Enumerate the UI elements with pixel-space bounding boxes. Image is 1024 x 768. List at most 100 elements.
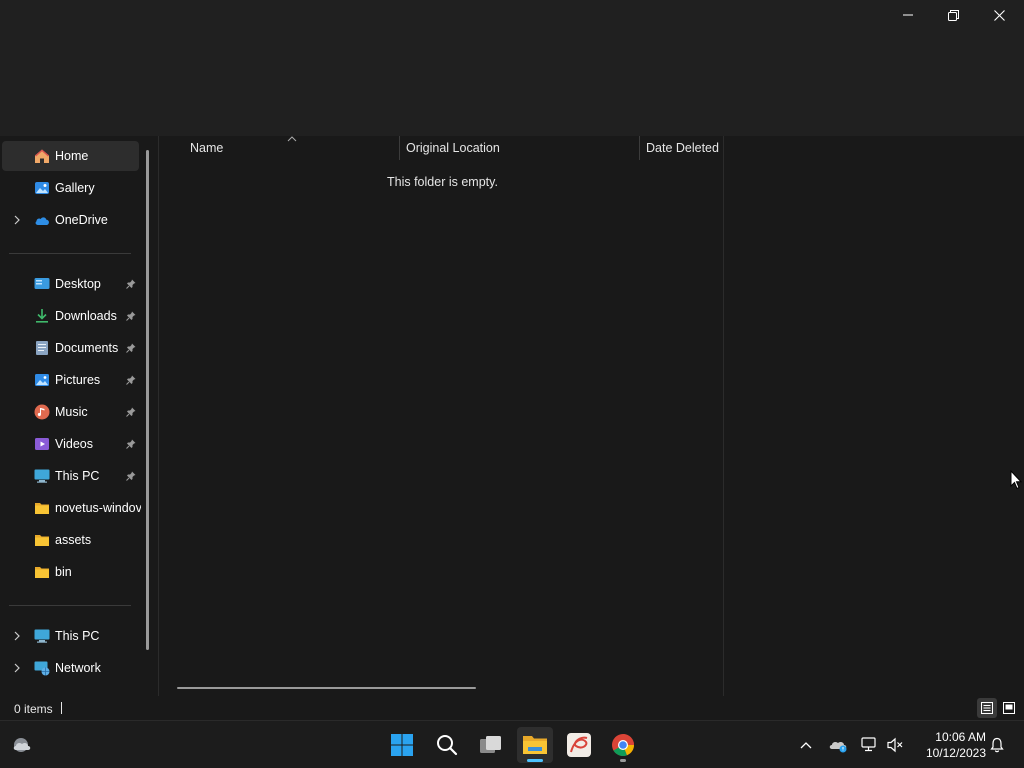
videos-icon (35, 438, 49, 450)
chrome-icon (612, 734, 634, 756)
nav-item-this-pc[interactable]: This PC (2, 621, 139, 651)
large-icons-view-button[interactable] (999, 698, 1019, 718)
file-explorer-icon (523, 736, 547, 754)
nav-item-label: OneDrive (55, 213, 108, 227)
documents-icon (36, 341, 48, 355)
column-divider[interactable] (639, 136, 640, 160)
nav-item-label: Gallery (55, 181, 95, 195)
start-icon (391, 734, 413, 756)
weather-widget[interactable] (4, 727, 40, 763)
item-count: 0 items (14, 702, 53, 716)
bell-icon (990, 737, 1004, 753)
taskbar-clock[interactable]: 10:06 AM 10/12/2023 (912, 729, 986, 761)
details-pane (724, 136, 1024, 696)
taskbar: 10:06 AM 10/12/2023 (0, 720, 1024, 768)
nav-item-label: assets (55, 533, 92, 547)
desktop-icon (34, 278, 50, 289)
file-list[interactable]: Name Original Location Date Deleted This… (159, 136, 723, 696)
task-view-icon (480, 736, 501, 753)
nav-item-network[interactable]: Network (2, 653, 139, 683)
music-icon (34, 404, 50, 420)
column-header-original-location[interactable]: Original Location (406, 136, 639, 160)
home-icon (35, 149, 49, 163)
volume-muted-icon (887, 737, 903, 753)
status-bar: 0 items (0, 696, 1024, 720)
search-button[interactable] (429, 727, 465, 763)
nav-item-novetus-folder[interactable]: novetus-windov (2, 493, 141, 523)
minimize-icon (903, 14, 913, 16)
downloads-icon (36, 309, 48, 323)
nav-item-music[interactable]: Music (2, 397, 139, 427)
nav-item-pictures[interactable]: Pictures (2, 365, 139, 395)
column-header-date-deleted[interactable]: Date Deleted (646, 136, 726, 160)
nav-item-label: novetus-windov (55, 501, 141, 515)
pin-icon (124, 277, 138, 291)
active-app-indicator (527, 759, 543, 762)
nav-item-home[interactable]: Home (2, 141, 139, 171)
start-button[interactable] (384, 727, 420, 763)
app-taskbar-button[interactable] (561, 727, 597, 763)
navigation-pane[interactable]: Home Gallery OneDrive Desktop Downloads … (0, 136, 158, 696)
nav-item-documents[interactable]: Documents (2, 333, 139, 363)
minimize-button[interactable] (885, 0, 931, 30)
nav-item-videos[interactable]: Videos (2, 429, 139, 459)
nav-item-label: Network (55, 661, 101, 675)
network-icon (34, 661, 50, 676)
column-divider[interactable] (399, 136, 400, 160)
pin-icon (124, 373, 138, 387)
status-separator (61, 702, 62, 714)
network-status-icon (861, 737, 876, 752)
nav-divider (9, 253, 131, 254)
volume-tray-button[interactable] (884, 734, 906, 756)
clock-date: 10/12/2023 (925, 746, 986, 760)
this-pc-icon (34, 469, 50, 483)
nav-item-downloads[interactable]: Downloads (2, 301, 139, 331)
nav-divider (9, 605, 131, 606)
folder-icon (35, 567, 49, 578)
column-header-name[interactable]: Name (190, 136, 400, 160)
details-view-icon (981, 702, 993, 714)
restore-button[interactable] (930, 0, 976, 30)
pin-icon (124, 309, 138, 323)
onedrive-status-icon (829, 741, 847, 753)
nav-item-bin-folder[interactable]: bin (2, 557, 139, 587)
notifications-button[interactable] (986, 734, 1008, 756)
show-hidden-icons-button[interactable] (795, 734, 817, 756)
chevron-right-icon[interactable] (11, 213, 23, 227)
onedrive-icon (35, 217, 49, 225)
file-explorer-taskbar-button[interactable] (517, 727, 553, 763)
restore-icon (947, 9, 959, 21)
nav-item-label: This PC (55, 629, 100, 643)
clock-time: 10:06 AM (935, 730, 986, 744)
gallery-icon (35, 182, 49, 194)
onedrive-tray-button[interactable] (827, 734, 849, 756)
chrome-taskbar-button[interactable] (605, 727, 641, 763)
nav-scrollbar[interactable] (146, 150, 149, 650)
pin-icon (124, 437, 138, 451)
large-icons-view-icon (1003, 702, 1015, 714)
horizontal-scrollbar[interactable] (177, 687, 476, 689)
chevron-right-icon[interactable] (11, 661, 23, 675)
window-titlebar (0, 0, 1024, 136)
close-button[interactable] (976, 0, 1022, 30)
network-tray-button[interactable] (858, 734, 880, 756)
chevron-right-icon[interactable] (11, 629, 23, 643)
nav-item-label: bin (55, 565, 72, 579)
task-view-button[interactable] (473, 727, 509, 763)
search-icon (437, 735, 458, 756)
pictures-icon (35, 374, 49, 386)
nav-item-this-pc-pinned[interactable]: This PC (2, 461, 139, 491)
folder-icon (35, 535, 49, 546)
nav-item-gallery[interactable]: Gallery (2, 173, 139, 203)
nav-item-assets-folder[interactable]: assets (2, 525, 139, 555)
app-icon (567, 733, 591, 757)
this-pc-icon (34, 629, 50, 643)
running-app-indicator (620, 759, 626, 762)
nav-item-label: Home (55, 149, 89, 163)
nav-item-onedrive[interactable]: OneDrive (2, 205, 139, 235)
mouse-cursor-icon (1010, 470, 1022, 490)
chevron-up-icon (800, 742, 812, 749)
details-view-button[interactable] (977, 698, 997, 718)
pin-icon (124, 341, 138, 355)
nav-item-desktop[interactable]: Desktop (2, 269, 139, 299)
